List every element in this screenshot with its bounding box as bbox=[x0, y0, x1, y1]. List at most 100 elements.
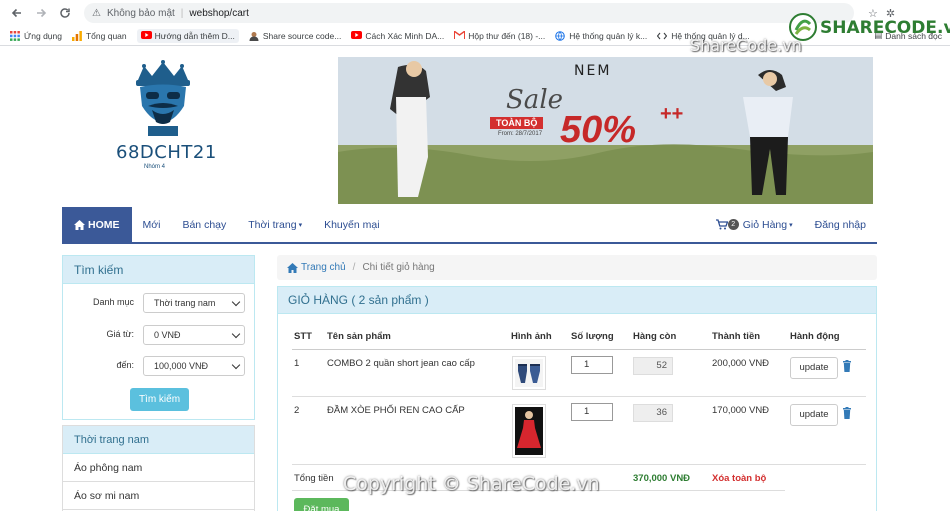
header-divider bbox=[292, 349, 866, 350]
bookmark-share-source[interactable]: Share source code... bbox=[249, 31, 341, 41]
row2-stt: 2 bbox=[294, 405, 300, 416]
promo-banner[interactable]: NEM Sale TOÀN BỘ From: 28/7/2017 50% ++ bbox=[338, 57, 873, 204]
breadcrumb-home[interactable]: Trang chủ bbox=[301, 262, 346, 273]
row2-trash-icon[interactable] bbox=[842, 407, 852, 419]
category-value: Thời trang nam bbox=[154, 298, 216, 308]
nav-khuyen-mai[interactable]: Khuyến mại bbox=[313, 207, 390, 242]
search-panel: Tìm kiếm Danh mục Thời trang nam Giá từ:… bbox=[62, 255, 255, 420]
price-from-label: Giá từ: bbox=[106, 329, 134, 339]
cart-title: GIỎ HÀNG ( 2 sản phẩm ) bbox=[278, 287, 876, 314]
caret-down-icon: ▾ bbox=[298, 221, 303, 229]
category-row: Danh mục Thời trang nam bbox=[63, 293, 256, 313]
home-icon bbox=[287, 262, 298, 273]
cart-count-badge: 2 bbox=[727, 219, 739, 230]
category-item-ao-phong-nam[interactable]: Áo phông nam bbox=[63, 454, 254, 482]
category-select[interactable]: Thời trang nam bbox=[143, 293, 245, 313]
total-value: 370,000 VNĐ bbox=[633, 473, 691, 484]
bookmark-he-thong-1[interactable]: Hệ thống quản lý k... bbox=[555, 31, 647, 41]
dress-thumbnail-icon bbox=[515, 407, 543, 455]
banner-sale-word: Sale bbox=[506, 85, 564, 115]
bookmark-xac-minh[interactable]: Cách Xác Minh DA... bbox=[351, 30, 444, 41]
row1-product-image[interactable] bbox=[512, 356, 546, 390]
search-panel-title: Tìm kiếm bbox=[63, 256, 254, 284]
clear-all-link[interactable]: Xóa toàn bộ bbox=[712, 473, 766, 484]
row2-subtotal: 170,000 VNĐ bbox=[712, 405, 770, 416]
row1-quantity-input[interactable]: 1 bbox=[571, 356, 613, 374]
warning-icon: ⚠ bbox=[92, 7, 101, 19]
category-panel-title[interactable]: Thời trang nam bbox=[63, 426, 254, 454]
row1-subtotal: 200,000 VNĐ bbox=[712, 358, 770, 369]
row1-update-button[interactable]: update bbox=[790, 357, 838, 379]
search-button[interactable]: Tìm kiếm bbox=[130, 388, 189, 411]
reload-icon[interactable] bbox=[54, 2, 76, 24]
category-item-ao-so-mi-nam[interactable]: Áo sơ mi nam bbox=[63, 482, 254, 510]
logo-subtitle: Nhóm 4 bbox=[144, 164, 166, 170]
bookmark-label: Hướng dẫn thêm D... bbox=[154, 30, 235, 41]
banner-brand: NEM bbox=[574, 63, 612, 79]
nav-ban-chay[interactable]: Bán chạy bbox=[171, 207, 237, 242]
nav-moi[interactable]: Mới bbox=[132, 207, 172, 242]
banner-sale-percent: 50% bbox=[560, 109, 637, 151]
nav-home-label: HOME bbox=[88, 218, 120, 231]
youtube-icon bbox=[351, 30, 363, 41]
nav-login[interactable]: Đăng nhập bbox=[804, 207, 877, 242]
row1-name: COMBO 2 quần short jean cao cấp bbox=[327, 358, 475, 369]
bookmark-label: Share source code... bbox=[262, 30, 342, 41]
chevron-down-icon bbox=[231, 297, 241, 307]
home-icon bbox=[74, 219, 85, 230]
nav-thoi-trang-label: Thời trang bbox=[248, 218, 297, 231]
price-to-value: 100,000 VNĐ bbox=[154, 361, 209, 371]
price-to-label: đến: bbox=[116, 360, 134, 370]
copyright-watermark: Copyright © ShareCode.vn bbox=[343, 473, 600, 495]
nav-thoi-trang[interactable]: Thời trang ▾ bbox=[237, 207, 313, 242]
header-stock: Hàng còn bbox=[633, 331, 677, 342]
banner-sale-plus: ++ bbox=[660, 103, 684, 125]
sharecode-brand: SHARECODE.vn bbox=[820, 18, 950, 38]
row1-stock-field: 52 bbox=[633, 357, 673, 375]
sharecode-watermark-top: SHARECODE.vn ShareCode.vn bbox=[690, 8, 950, 58]
site-logo[interactable]: 68DCHT21 Nhóm 4 bbox=[108, 60, 218, 180]
row2-update-button[interactable]: update bbox=[790, 404, 838, 426]
main-navbar: HOME Mới Bán chạy Thời trang ▾ Khuyến mạ… bbox=[62, 207, 877, 244]
price-to-select[interactable]: 100,000 VNĐ bbox=[143, 356, 245, 376]
header-name: Tên sản phẩm bbox=[327, 331, 391, 342]
header-stt: STT bbox=[294, 331, 312, 342]
chevron-down-icon bbox=[231, 360, 241, 370]
row-divider bbox=[292, 464, 866, 465]
bookmark-huong-dan[interactable]: Hướng dẫn thêm D... bbox=[136, 28, 239, 43]
order-button[interactable]: Đặt mua bbox=[294, 498, 349, 511]
header-image: Hình ảnh bbox=[511, 331, 552, 342]
breadcrumb-current: Chi tiết giỏ hàng bbox=[362, 262, 435, 273]
analytics-icon bbox=[71, 30, 82, 41]
apps-grid-icon bbox=[10, 30, 20, 41]
row2-stock-field: 36 bbox=[633, 404, 673, 422]
price-from-select[interactable]: 0 VNĐ bbox=[143, 325, 245, 345]
row2-quantity-input[interactable]: 1 bbox=[571, 403, 613, 421]
logo-mascot-icon bbox=[136, 60, 190, 136]
row-divider bbox=[292, 396, 866, 397]
row1-trash-icon[interactable] bbox=[842, 360, 852, 372]
bookmark-label: Ứng dụng bbox=[24, 30, 62, 41]
header-action: Hành động bbox=[790, 331, 840, 342]
row1-stt: 1 bbox=[294, 358, 300, 369]
total-label: Tổng tiền bbox=[294, 473, 334, 484]
bookmark-gmail[interactable]: Hộp thư đến (18) -... bbox=[453, 29, 546, 41]
category-panel: Thời trang nam Áo phông nam Áo sơ mi nam bbox=[62, 425, 255, 511]
forward-icon[interactable] bbox=[30, 2, 52, 24]
category-label: Danh mục bbox=[92, 297, 134, 307]
logo-text: 68DCHT21 bbox=[116, 142, 217, 163]
youtube-icon bbox=[140, 30, 152, 41]
code-icon bbox=[657, 31, 668, 41]
bookmark-apps[interactable]: Ứng dụng bbox=[10, 30, 62, 41]
nav-home[interactable]: HOME bbox=[62, 207, 132, 242]
header-subtotal: Thành tiền bbox=[712, 331, 761, 342]
header-qty: Số lượng bbox=[571, 331, 614, 342]
nav-cart[interactable]: 2 Giỏ Hàng ▾ bbox=[705, 207, 804, 242]
nav-cart-label: Giỏ Hàng bbox=[742, 218, 788, 231]
row2-product-image[interactable] bbox=[512, 404, 546, 458]
gmail-icon bbox=[453, 29, 466, 41]
jeans-thumbnail-icon bbox=[515, 359, 543, 387]
back-icon[interactable] bbox=[6, 2, 28, 24]
bookmark-label: Hộp thư đến (18) -... bbox=[468, 30, 546, 41]
bookmark-tong-quan[interactable]: Tổng quan bbox=[71, 30, 127, 41]
